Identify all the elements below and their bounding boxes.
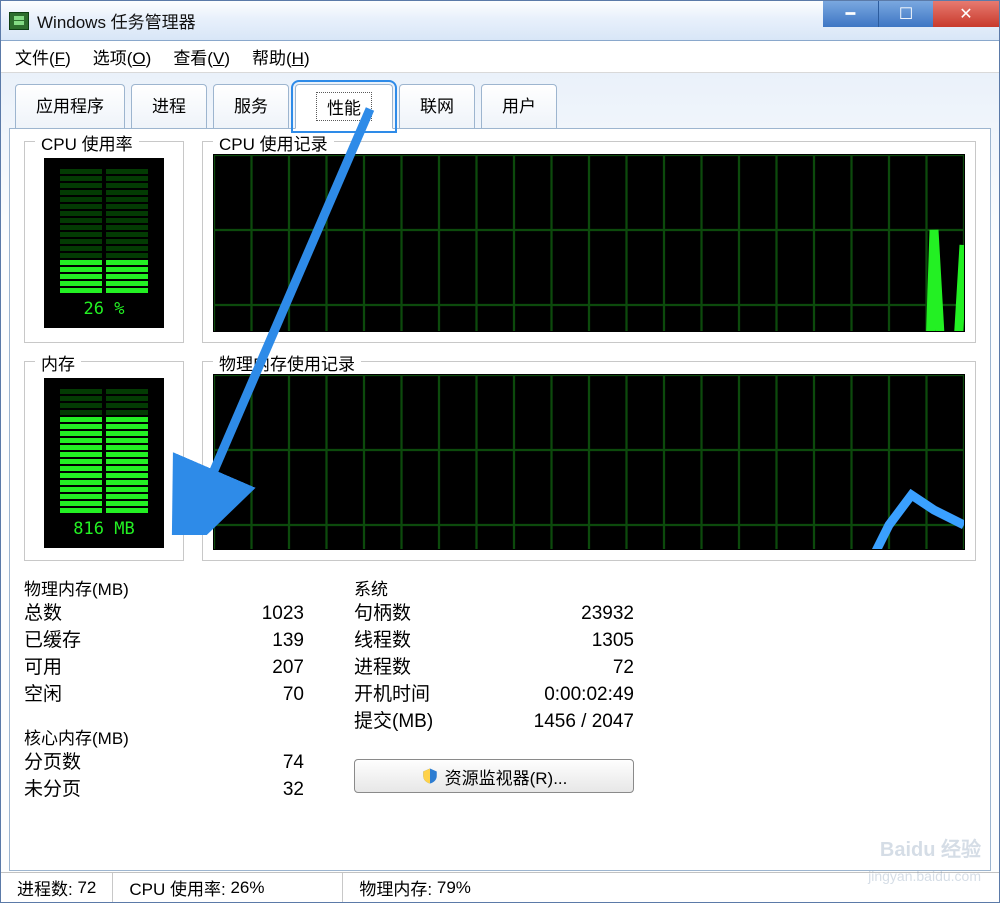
mem-history-graph (213, 374, 965, 550)
sys-uptime: 0:00:02:49 (544, 681, 634, 708)
menu-help[interactable]: 帮助(H) (252, 44, 310, 69)
tab-apps[interactable]: 应用程序 (15, 84, 125, 129)
title-bar[interactable]: Windows 任务管理器 ━ ☐ ✕ (1, 1, 999, 41)
resource-monitor-button[interactable]: 资源监视器(R)... (354, 759, 634, 793)
group-label: 物理内存(MB) (24, 580, 129, 599)
close-button[interactable]: ✕ (933, 1, 999, 27)
menu-bar: 文件(F) 选项(O) 查看(V) 帮助(H) (1, 41, 999, 73)
kernel-paged: 74 (283, 749, 304, 776)
sys-commit: 1456 / 2047 (534, 708, 634, 735)
tab-services[interactable]: 服务 (213, 84, 289, 129)
sys-procs: 72 (613, 654, 634, 681)
group-label: 内存 (35, 350, 81, 375)
watermark-url: jingyan.baidu.com (868, 868, 981, 884)
group-system: 系统 句柄数23932 线程数1305 进程数72 开机时间0:00:02:49… (354, 575, 634, 735)
mem-meter: 816 MB (44, 378, 164, 548)
group-label: 核心内存(MB) (24, 729, 129, 748)
group-label: 物理内存使用记录 (213, 350, 361, 375)
mem-mb-text: 816 MB (45, 519, 163, 539)
group-cpu-usage: CPU 使用率 26 % (24, 141, 184, 343)
menu-view[interactable]: 查看(V) (173, 44, 230, 69)
group-mem-history: 物理内存使用记录 (202, 361, 976, 561)
phys-cached: 139 (272, 627, 304, 654)
group-cpu-history: CPU 使用记录 (202, 141, 976, 343)
phys-avail: 207 (272, 654, 304, 681)
status-procs: 72 (77, 878, 96, 898)
group-kernel-mem: 核心内存(MB) 分页数74 未分页32 (24, 724, 304, 803)
status-mem: 79% (437, 878, 471, 898)
tab-users[interactable]: 用户 (481, 84, 557, 129)
maximize-button[interactable]: ☐ (878, 1, 933, 27)
sys-threads: 1305 (592, 627, 634, 654)
cpu-history-graph (213, 154, 965, 332)
menu-option[interactable]: 选项(O) (93, 44, 152, 69)
phys-free: 70 (283, 681, 304, 708)
tab-network[interactable]: 联网 (399, 84, 475, 129)
tab-processes[interactable]: 进程 (131, 84, 207, 129)
watermark-brand: Baidu 经验 (880, 833, 981, 862)
cpu-pct-text: 26 % (45, 299, 163, 319)
group-label: 系统 (354, 580, 388, 599)
group-phys-mem: 物理内存(MB) 总数1023 已缓存139 可用207 空闲70 (24, 575, 304, 708)
app-icon (9, 12, 29, 30)
group-label: CPU 使用记录 (213, 130, 334, 155)
group-label: CPU 使用率 (35, 130, 139, 155)
sys-handles: 23932 (581, 600, 634, 627)
cpu-meter: 26 % (44, 158, 164, 328)
tab-performance[interactable]: 性能 (295, 84, 393, 129)
shield-icon (421, 767, 439, 785)
status-cpu: 26% (230, 878, 264, 898)
minimize-button[interactable]: ━ (823, 1, 878, 27)
window-title: Windows 任务管理器 (37, 8, 196, 33)
performance-panel: CPU 使用率 26 % CPU 使用记录 内存 (9, 128, 991, 871)
group-memory: 内存 816 MB (24, 361, 184, 561)
task-manager-window: Windows 任务管理器 ━ ☐ ✕ 文件(F) 选项(O) 查看(V) 帮助… (0, 0, 1000, 903)
phys-total: 1023 (262, 600, 304, 627)
menu-file[interactable]: 文件(F) (15, 44, 71, 69)
status-bar: 进程数: 72 CPU 使用率: 26% 物理内存: 79% (1, 872, 999, 902)
kernel-nonpaged: 32 (283, 776, 304, 803)
tab-bar: 应用程序 进程 服务 性能 联网 用户 (15, 84, 991, 129)
